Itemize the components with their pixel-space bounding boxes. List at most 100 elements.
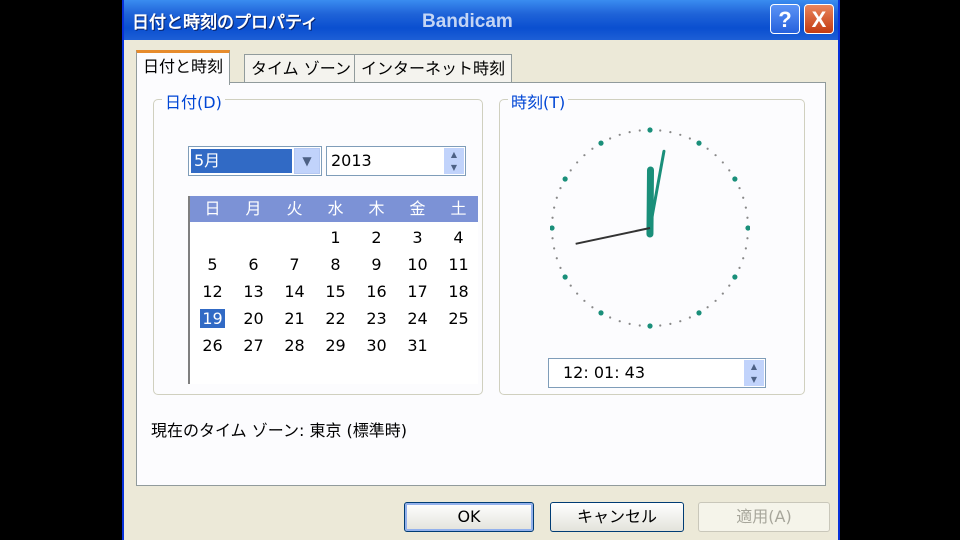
clock-minute-mark bbox=[553, 206, 556, 209]
clock-minute-mark bbox=[638, 324, 641, 327]
weekday-label: 金 bbox=[409, 199, 426, 218]
month-dropdown[interactable]: 5月 ▼ bbox=[188, 146, 322, 176]
calendar-day[interactable]: 11 bbox=[438, 253, 479, 277]
second-hand bbox=[575, 227, 651, 245]
clock-hour-mark bbox=[598, 140, 604, 146]
clock-minute-mark bbox=[638, 129, 641, 132]
calendar-day-selected[interactable]: 19 bbox=[192, 307, 233, 331]
clock-hour-mark bbox=[696, 310, 702, 316]
tab-time-zone[interactable]: タイム ゾーン bbox=[244, 54, 358, 84]
calendar-day[interactable]: 3 bbox=[397, 226, 438, 250]
current-timezone-text: 現在のタイム ゾーン: 東京 (標準時) bbox=[151, 421, 408, 440]
clock-minute-mark bbox=[742, 257, 745, 260]
calendar-day[interactable]: 27 bbox=[233, 334, 274, 358]
apply-button[interactable]: 適用(A) bbox=[698, 502, 830, 532]
calendar-day[interactable]: 29 bbox=[315, 334, 356, 358]
calendar-day[interactable]: 1 bbox=[315, 226, 356, 250]
calendar-day[interactable]: 6 bbox=[233, 253, 274, 277]
clock-minute-mark bbox=[553, 247, 556, 250]
calendar-day[interactable]: 17 bbox=[397, 280, 438, 304]
weekday-label: 木 bbox=[368, 199, 385, 218]
time-spinner[interactable]: 12: 01: 43 ▲ ▼ bbox=[548, 358, 766, 388]
year-spin-arrows-icon[interactable]: ▲ ▼ bbox=[444, 148, 464, 174]
date-group-label: 日付(D) bbox=[162, 89, 225, 113]
month-value: 5月 bbox=[191, 149, 292, 173]
clock-minute-mark bbox=[576, 161, 579, 164]
clock-minute-mark bbox=[728, 284, 731, 287]
clock-minute-mark bbox=[742, 196, 745, 199]
clock-minute-mark bbox=[746, 237, 749, 240]
clock-minute-mark bbox=[714, 154, 717, 157]
clock-minute-mark bbox=[721, 292, 724, 295]
calendar-day[interactable]: 26 bbox=[192, 334, 233, 358]
calendar-day[interactable]: 28 bbox=[274, 334, 315, 358]
clock-minute-mark bbox=[706, 147, 709, 150]
calendar-day[interactable]: 30 bbox=[356, 334, 397, 358]
calendar-day[interactable]: 10 bbox=[397, 253, 438, 277]
calendar-day[interactable]: 31 bbox=[397, 334, 438, 358]
clock-minute-mark bbox=[688, 137, 691, 140]
calendar-day[interactable]: 2 bbox=[356, 226, 397, 250]
clock-minute-mark bbox=[628, 322, 631, 325]
year-spinner[interactable]: 2013 ▲ ▼ bbox=[326, 146, 466, 176]
clock-hour-mark bbox=[647, 127, 653, 133]
calendar-weekday-header: 日月火水木金土 bbox=[190, 196, 478, 222]
calendar-day[interactable]: 8 bbox=[315, 253, 356, 277]
window-title: 日付と時刻のプロパティ bbox=[132, 13, 318, 33]
calendar-day[interactable]: 12 bbox=[192, 280, 233, 304]
calendar-day[interactable]: 15 bbox=[315, 280, 356, 304]
ok-button[interactable]: OK bbox=[404, 502, 534, 532]
calendar-day[interactable]: 22 bbox=[315, 307, 356, 331]
analog-clock bbox=[550, 127, 750, 329]
clock-minute-mark bbox=[591, 147, 594, 150]
time-group: 時刻(T) 12: 01: 43 ▲ ▼ bbox=[499, 89, 805, 395]
clock-minute-mark bbox=[679, 133, 682, 136]
cancel-button[interactable]: キャンセル bbox=[550, 502, 684, 532]
calendar-day[interactable]: 7 bbox=[274, 253, 315, 277]
time-value: 12: 01: 43 bbox=[563, 363, 646, 382]
time-spin-arrows-icon[interactable]: ▲ ▼ bbox=[744, 360, 764, 386]
calendar-day[interactable]: 16 bbox=[356, 280, 397, 304]
close-button[interactable]: X bbox=[804, 4, 834, 34]
clock-minute-mark bbox=[738, 187, 741, 190]
calendar-grid[interactable]: 日月火水木金土 1 2 3 4 5 6 7 8 9 10 11 12 13 14 15 16 17 18 19 20 2… bbox=[188, 196, 478, 384]
clock-minute-mark bbox=[714, 299, 717, 302]
clock-minute-mark bbox=[746, 216, 749, 219]
clock-minute-mark bbox=[559, 187, 562, 190]
calendar-day[interactable]: 25 bbox=[438, 307, 479, 331]
clock-minute-mark bbox=[744, 247, 747, 250]
weekday-label: 日 bbox=[204, 199, 221, 218]
clock-minute-mark bbox=[551, 237, 554, 240]
year-value: 2013 bbox=[331, 151, 372, 170]
title-bar[interactable]: 日付と時刻のプロパティ Bandicam ? X bbox=[124, 0, 838, 40]
clock-minute-mark bbox=[738, 266, 741, 269]
calendar-day[interactable]: 21 bbox=[274, 307, 315, 331]
clock-minute-mark bbox=[659, 324, 662, 327]
calendar-day[interactable]: 18 bbox=[438, 280, 479, 304]
calendar-day[interactable]: 14 bbox=[274, 280, 315, 304]
clock-minute-mark bbox=[618, 133, 621, 136]
date-time-properties-window: 日付と時刻のプロパティ Bandicam ? X 日付と時刻 タイム ゾーン イ… bbox=[122, 0, 840, 540]
clock-hour-mark bbox=[598, 310, 604, 316]
calendar-day[interactable]: 23 bbox=[356, 307, 397, 331]
clock-minute-mark bbox=[688, 316, 691, 319]
clock-minute-mark bbox=[659, 129, 662, 132]
tab-date-time[interactable]: 日付と時刻 bbox=[136, 50, 231, 85]
calendar-day[interactable]: 20 bbox=[233, 307, 274, 331]
calendar-day[interactable]: 4 bbox=[438, 226, 479, 250]
clock-minute-mark bbox=[569, 169, 572, 172]
calendar-day[interactable]: 13 bbox=[233, 280, 274, 304]
clock-minute-mark bbox=[591, 306, 594, 309]
clock-minute-mark bbox=[555, 257, 558, 260]
calendar-day[interactable]: 9 bbox=[356, 253, 397, 277]
calendar-day[interactable]: 5 bbox=[192, 253, 233, 277]
help-button[interactable]: ? bbox=[770, 4, 800, 34]
clock-hour-mark bbox=[696, 140, 702, 146]
clock-hour-mark bbox=[745, 225, 750, 231]
clock-minute-mark bbox=[583, 299, 586, 302]
weekday-label: 火 bbox=[286, 199, 303, 218]
tab-internet-time[interactable]: インターネット時刻 bbox=[354, 54, 513, 84]
calendar-day[interactable]: 24 bbox=[397, 307, 438, 331]
recorder-watermark: Bandicam bbox=[422, 11, 513, 32]
chevron-down-icon[interactable]: ▼ bbox=[294, 148, 320, 174]
